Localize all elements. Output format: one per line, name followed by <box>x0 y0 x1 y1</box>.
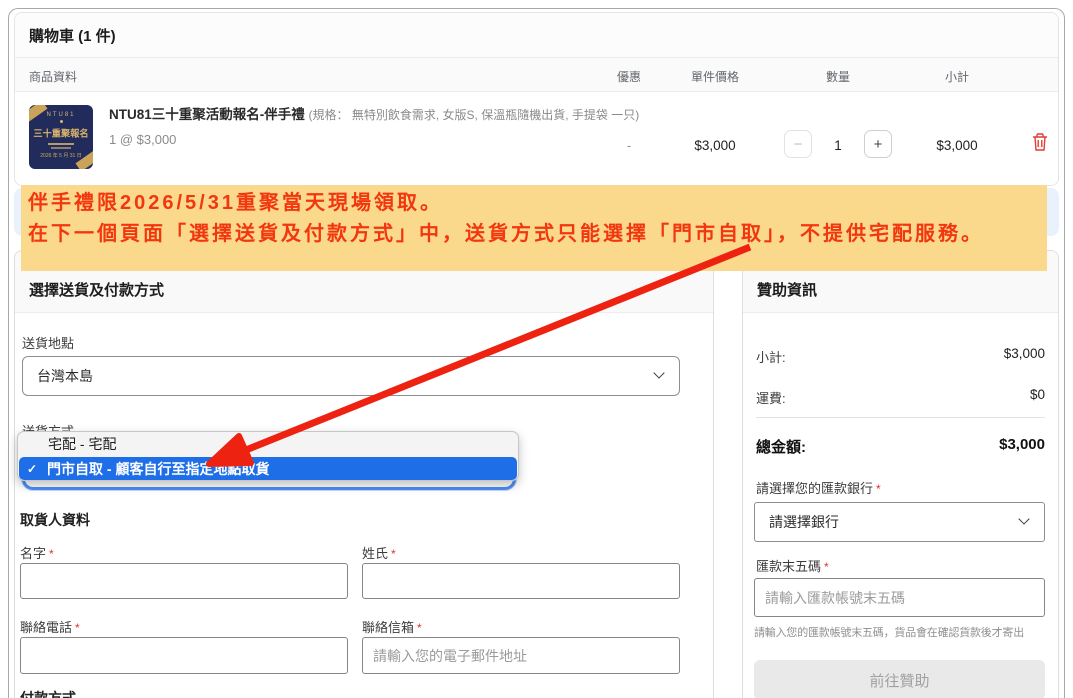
total-value: $3,000 <box>900 436 1045 453</box>
required-mark: * <box>417 621 422 635</box>
bank-label: 請選擇您的匯款銀行* <box>756 478 881 497</box>
unit-price-value: $3,000 <box>694 138 735 153</box>
required-mark: * <box>876 482 881 496</box>
bank-select[interactable]: 請選擇銀行 <box>754 502 1045 542</box>
product-qty-price: 1 @ $3,000 <box>109 132 176 147</box>
subtotal-value: $3,000 <box>936 138 977 153</box>
first-name-input[interactable] <box>20 563 348 599</box>
product-thumbnail: NTU81 三十重聚報名 2026 年 5 月 31 日 <box>29 105 93 169</box>
cart-card: 購物車 (1 件) 商品資料 優惠 單件價格 數量 小計 NTU81 三十重聚報… <box>14 12 1059 186</box>
code-hint: 請輸入您的匯款帳號末五碼，貨品會在確認貨款後才寄出 <box>754 624 1024 640</box>
quantity-increase-button[interactable]: + <box>864 130 892 158</box>
payment-section-title: 付款方式 <box>20 688 76 698</box>
shipping-label: 運費: <box>756 388 786 407</box>
bank-label-text: 請選擇您的匯款銀行 <box>756 481 873 496</box>
cart-column-headers: 商品資料 優惠 單件價格 數量 小計 <box>15 58 1058 92</box>
method-dropdown-menu: 宅配 - 宅配 ✓ 門市自取 - 顧客自行至指定地點取貨 <box>17 431 519 481</box>
recipient-section-title: 取貨人資料 <box>20 510 90 530</box>
thumb-title: 三十重聚報名 <box>32 126 91 140</box>
annotation-line-1: 伴手禮限2026/5/31重聚當天現場領取。 <box>28 188 1047 219</box>
destination-select[interactable]: 台灣本島 <box>22 356 680 396</box>
chevron-down-icon <box>653 367 664 378</box>
method-option-store-pickup[interactable]: ✓ 門市自取 - 顧客自行至指定地點取貨 <box>19 457 517 480</box>
plus-icon: + <box>874 136 883 153</box>
checkout-page: 購物車 (1 件) 商品資料 優惠 單件價格 數量 小計 NTU81 三十重聚報… <box>0 0 1073 698</box>
bank-selected-value: 請選擇銀行 <box>769 512 839 532</box>
annotation-note: 伴手禮限2026/5/31重聚當天現場領取。 在下一個頁面「選擇送貨及付款方式」… <box>21 185 1047 271</box>
first-name-label: 名字* <box>20 543 54 562</box>
method-option-store-pickup-label: 門市自取 - 顧客自行至指定地點取貨 <box>47 459 269 479</box>
thumb-dot <box>60 120 63 123</box>
remove-item-button[interactable] <box>1031 132 1049 152</box>
email-label: 聯絡信箱* <box>362 617 422 636</box>
code-label: 匯款末五碼* <box>756 556 829 575</box>
last-name-input[interactable] <box>362 563 680 599</box>
required-mark: * <box>824 560 829 574</box>
column-product: 商品資料 <box>29 68 77 85</box>
go-sponsor-button[interactable]: 前往贊助 <box>754 660 1045 698</box>
column-unit-price: 單件價格 <box>691 68 739 85</box>
summary-subtotal-value: $3,000 <box>900 346 1045 361</box>
column-discount: 優惠 <box>617 68 641 85</box>
discount-value: - <box>627 138 632 153</box>
email-input[interactable] <box>362 637 680 674</box>
chevron-down-icon <box>1018 513 1029 524</box>
thumb-decor-line <box>51 147 71 149</box>
last-name-label-text: 姓氏 <box>362 546 388 561</box>
shipping-value: $0 <box>900 387 1045 402</box>
column-quantity: 數量 <box>826 68 850 85</box>
first-name-label-text: 名字 <box>20 546 46 561</box>
destination-selected-value: 台灣本島 <box>37 366 93 386</box>
code-label-text: 匯款末五碼 <box>756 559 821 574</box>
phone-label-text: 聯絡電話 <box>20 620 72 635</box>
method-option-home-delivery[interactable]: 宅配 - 宅配 <box>18 432 518 457</box>
trash-icon <box>1031 132 1049 152</box>
last-name-label: 姓氏* <box>362 543 396 562</box>
minus-icon: − <box>794 136 803 153</box>
product-spec: (規格： 無特別飲食需求, 女版S, 保溫瓶隨機出貨, 手提袋 一只) <box>309 108 640 122</box>
phone-label: 聯絡電話* <box>20 617 80 636</box>
remittance-code-input[interactable] <box>754 578 1045 617</box>
quantity-decrease-button[interactable]: − <box>784 130 812 158</box>
product-name: NTU81三十重聚活動報名-伴手禮 <box>109 107 305 122</box>
email-label-text: 聯絡信箱 <box>362 620 414 635</box>
required-mark: * <box>391 547 396 561</box>
annotation-line-2: 在下一個頁面「選擇送貨及付款方式」中，送貨方式只能選擇「門市自取」，不提供宅配服… <box>28 219 1047 250</box>
cart-item-row: NTU81 三十重聚報名 2026 年 5 月 31 日 NTU81三十重聚活動… <box>15 92 1058 186</box>
column-subtotal: 小計 <box>945 68 969 85</box>
total-label: 總金額: <box>756 436 806 457</box>
quantity-value: 1 <box>834 138 842 153</box>
destination-label: 送貨地點 <box>22 333 74 352</box>
thumb-decor-line <box>48 143 74 145</box>
phone-input[interactable] <box>20 637 348 674</box>
required-mark: * <box>49 547 54 561</box>
subtotal-label: 小計: <box>756 347 786 366</box>
cart-title: 購物車 (1 件) <box>15 13 1058 58</box>
product-title: NTU81三十重聚活動報名-伴手禮 (規格： 無特別飲食需求, 女版S, 保溫瓶… <box>109 106 669 124</box>
check-icon: ✓ <box>27 462 47 476</box>
summary-divider <box>756 417 1045 418</box>
required-mark: * <box>75 621 80 635</box>
